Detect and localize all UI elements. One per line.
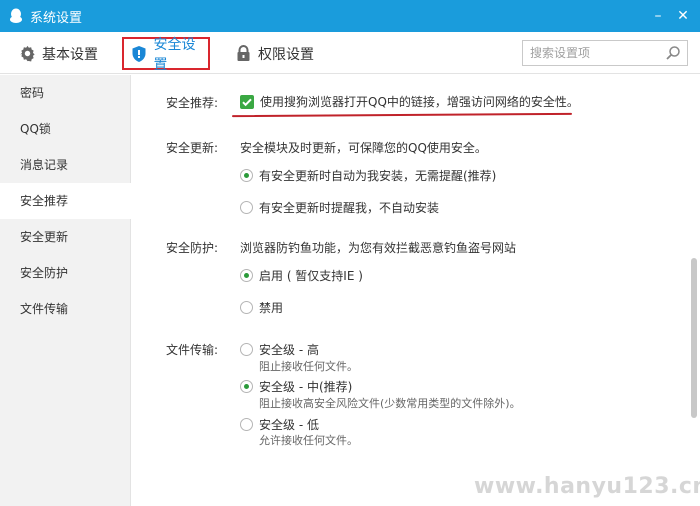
- update-label: 安全更新:: [166, 141, 219, 155]
- gear-icon: [18, 45, 36, 63]
- tab-label: 权限设置: [258, 46, 314, 63]
- protect-option-disable[interactable]: 禁用: [240, 299, 283, 316]
- radio-label: 有安全更新时提醒我，不自动安装: [259, 201, 440, 215]
- tab-security-settings[interactable]: 安全设置: [122, 37, 210, 73]
- tab-basic-settings[interactable]: 基本设置: [18, 37, 98, 70]
- protect-option-enable[interactable]: 启用 ( 暂仅支持IE ): [240, 267, 363, 284]
- tab-label: 基本设置: [42, 46, 98, 63]
- radio-button[interactable]: [240, 169, 253, 182]
- search-icon[interactable]: [665, 45, 681, 61]
- radio-label: 安全级 - 低: [259, 418, 319, 432]
- transfer-option-low[interactable]: 安全级 - 低: [240, 416, 319, 433]
- minimize-button[interactable]: –: [648, 6, 668, 26]
- title-bar: 系统设置 – ✕: [0, 0, 700, 32]
- shield-icon: [130, 45, 148, 63]
- red-annotation-underline: [231, 112, 573, 118]
- radio-label: 安全级 - 中(推荐): [259, 380, 353, 394]
- search-box: [522, 40, 688, 66]
- sidebar-item-qq-lock[interactable]: QQ锁: [0, 111, 130, 147]
- window-title: 系统设置: [30, 10, 83, 26]
- sidebar-item-file-transfer[interactable]: 文件传输: [0, 291, 130, 327]
- radio-label: 禁用: [259, 301, 284, 315]
- update-option-remind[interactable]: 有安全更新时提醒我，不自动安装: [240, 199, 439, 216]
- qq-penguin-icon: [8, 8, 24, 24]
- sidebar-item-password[interactable]: 密码: [0, 75, 130, 111]
- sidebar: 密码 QQ锁 消息记录 安全推荐 安全更新 安全防护 文件传输: [0, 75, 131, 506]
- scrollbar[interactable]: [688, 75, 700, 506]
- transfer-high-desc: 阻止接收任何文件。: [259, 360, 358, 373]
- radio-label: 安全级 - 高: [259, 343, 319, 357]
- close-button[interactable]: ✕: [673, 6, 693, 26]
- radio-button[interactable]: [240, 418, 253, 431]
- transfer-label: 文件传输:: [166, 343, 219, 357]
- checkbox-label: 使用搜狗浏览器打开QQ中的链接，增强访问网络的安全性。: [260, 95, 579, 109]
- recommend-label: 安全推荐:: [166, 96, 219, 110]
- transfer-low-desc: 允许接收任何文件。: [259, 434, 358, 447]
- radio-button[interactable]: [240, 380, 253, 393]
- transfer-option-medium[interactable]: 安全级 - 中(推荐): [240, 378, 352, 395]
- sidebar-item-message-log[interactable]: 消息记录: [0, 147, 130, 183]
- radio-label: 启用 ( 暂仅支持IE ): [259, 269, 363, 283]
- sidebar-item-security-recommend[interactable]: 安全推荐: [0, 183, 131, 219]
- transfer-option-high[interactable]: 安全级 - 高: [240, 341, 319, 358]
- radio-button[interactable]: [240, 343, 253, 356]
- scrollbar-thumb[interactable]: [691, 258, 697, 418]
- tab-bar: 基本设置 安全设置 权限设置: [0, 32, 700, 74]
- update-option-auto[interactable]: 有安全更新时自动为我安装，无需提醒(推荐): [240, 167, 496, 184]
- protect-description: 浏览器防钓鱼功能，为您有效拦截恶意钓鱼盗号网站: [240, 241, 517, 255]
- sidebar-item-security-update[interactable]: 安全更新: [0, 219, 130, 255]
- watermark: www.hanyu123.cn: [474, 474, 700, 499]
- lock-icon: [234, 45, 252, 63]
- transfer-medium-desc: 阻止接收高安全风险文件(少数常用类型的文件除外)。: [259, 397, 521, 410]
- radio-button[interactable]: [240, 301, 253, 314]
- tab-label: 安全设置: [153, 36, 196, 73]
- tab-permission-settings[interactable]: 权限设置: [234, 37, 314, 70]
- sidebar-item-security-protect[interactable]: 安全防护: [0, 255, 130, 291]
- radio-button[interactable]: [240, 201, 253, 214]
- update-description: 安全模块及时更新，可保障您的QQ使用安全。: [240, 141, 487, 155]
- protect-label: 安全防护:: [166, 241, 219, 255]
- checkbox-checked[interactable]: [240, 94, 254, 109]
- radio-label: 有安全更新时自动为我安装，无需提醒(推荐): [259, 169, 497, 183]
- search-input[interactable]: [523, 41, 659, 65]
- settings-content: 安全推荐: 使用搜狗浏览器打开QQ中的链接，增强访问网络的安全性。 安全更新: …: [132, 75, 688, 506]
- radio-button[interactable]: [240, 269, 253, 282]
- sogou-browser-checkbox-row[interactable]: 使用搜狗浏览器打开QQ中的链接，增强访问网络的安全性。: [240, 93, 579, 110]
